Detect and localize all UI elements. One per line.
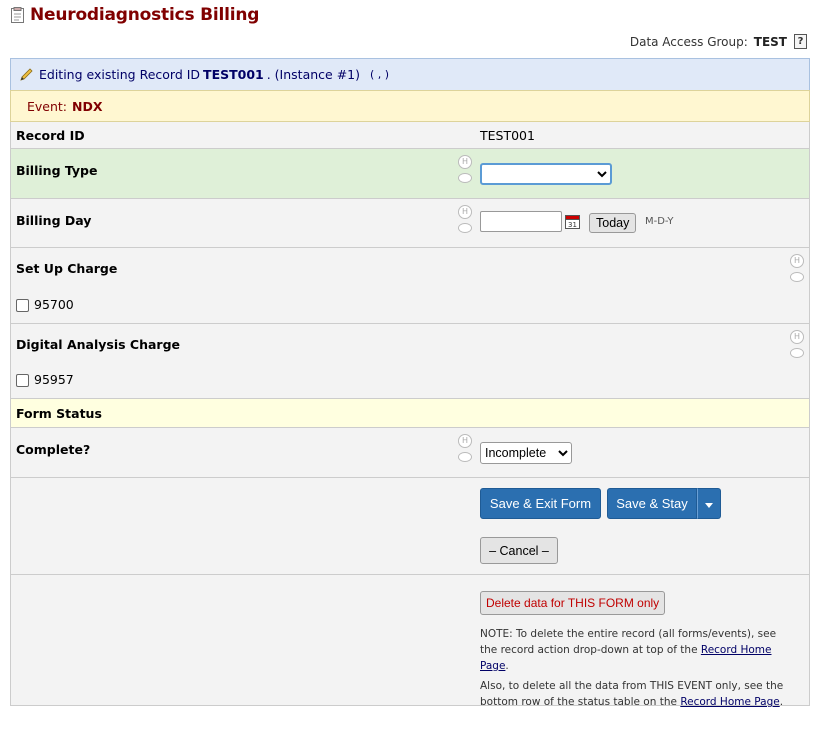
dag-value: TEST bbox=[753, 34, 787, 49]
cancel-button[interactable]: – Cancel – bbox=[480, 537, 558, 564]
history-icon[interactable]: H bbox=[458, 434, 472, 448]
complete-row: Complete? H Incomplete bbox=[11, 428, 809, 478]
editing-prefix: Editing existing Record ID bbox=[39, 67, 201, 82]
help-icon[interactable]: ? bbox=[794, 34, 807, 49]
event-label: Event: bbox=[27, 98, 68, 114]
checkbox[interactable] bbox=[16, 299, 29, 312]
digital-charge-label: Digital Analysis Charge bbox=[16, 337, 180, 352]
field-icons: H bbox=[458, 205, 472, 233]
setup-charge-option[interactable]: 95700 bbox=[16, 297, 74, 312]
editing-banner: Editing existing Record ID TEST001 . (In… bbox=[10, 58, 810, 90]
checkbox-label: 95700 bbox=[34, 297, 74, 312]
checkbox[interactable] bbox=[16, 374, 29, 387]
dag-label: Data Access Group: bbox=[629, 34, 748, 49]
date-format-hint: M-D-Y bbox=[645, 216, 674, 227]
caret-down-icon bbox=[705, 503, 713, 508]
field-icons: H bbox=[458, 434, 472, 462]
save-exit-button[interactable]: Save & Exit Form bbox=[480, 488, 601, 519]
billing-day-input[interactable] bbox=[480, 211, 562, 232]
record-id-row: Record ID TEST001 bbox=[11, 122, 809, 149]
comment-icon[interactable] bbox=[790, 272, 804, 282]
billing-day-row: Billing Day H 31 Today M-D-Y bbox=[11, 199, 809, 248]
setup-charge-row: Set Up Charge H 95700 bbox=[11, 248, 809, 324]
form-icon bbox=[11, 7, 24, 23]
billing-day-label: Billing Day bbox=[16, 213, 92, 228]
form-status-label: Form Status bbox=[16, 406, 102, 421]
save-buttons-row: Save & Exit Form Save & Stay – Cancel – bbox=[11, 478, 809, 575]
calendar-icon[interactable]: 31 bbox=[565, 213, 580, 229]
svg-text:31: 31 bbox=[568, 221, 577, 229]
field-icons: H bbox=[790, 330, 804, 358]
billing-type-label: Billing Type bbox=[16, 163, 98, 178]
editing-instance: . (Instance #1) bbox=[266, 67, 361, 82]
complete-label: Complete? bbox=[16, 442, 91, 457]
comment-icon[interactable] bbox=[458, 223, 472, 233]
save-options-dropdown[interactable] bbox=[697, 488, 721, 519]
record-home-link[interactable]: Record Home Page bbox=[680, 696, 779, 708]
billing-type-row: Billing Type H bbox=[11, 149, 809, 199]
complete-select[interactable]: Incomplete bbox=[480, 442, 572, 464]
pencil-icon bbox=[20, 67, 33, 81]
page-header: Neurodiagnostics Billing bbox=[11, 5, 259, 25]
today-button[interactable]: Today bbox=[589, 213, 637, 233]
history-icon[interactable]: H bbox=[790, 254, 804, 268]
comment-icon[interactable] bbox=[458, 173, 472, 183]
form-status-header: Form Status bbox=[11, 399, 809, 428]
record-id-value: TEST001 bbox=[480, 128, 535, 143]
editing-context: ( , ) bbox=[370, 68, 390, 81]
digital-charge-option[interactable]: 95957 bbox=[16, 372, 74, 387]
history-icon[interactable]: H bbox=[458, 155, 472, 169]
history-icon[interactable]: H bbox=[458, 205, 472, 219]
data-entry-form: Editing existing Record ID TEST001 . (In… bbox=[10, 58, 810, 708]
setup-charge-label: Set Up Charge bbox=[16, 261, 118, 276]
field-icons: H bbox=[458, 155, 472, 183]
record-id-label: Record ID bbox=[16, 128, 85, 143]
event-value: NDX bbox=[72, 98, 103, 114]
save-stay-button[interactable]: Save & Stay bbox=[607, 488, 697, 519]
history-icon[interactable]: H bbox=[790, 330, 804, 344]
delete-note: NOTE: To delete the entire record (all f… bbox=[480, 626, 790, 710]
checkbox-label: 95957 bbox=[34, 372, 74, 387]
comment-icon[interactable] bbox=[790, 348, 804, 358]
page-title: Neurodiagnostics Billing bbox=[30, 5, 260, 25]
comment-icon[interactable] bbox=[458, 452, 472, 462]
field-icons: H bbox=[790, 254, 804, 282]
delete-form-button[interactable]: Delete data for THIS FORM only bbox=[480, 591, 666, 615]
editing-record-id: TEST001 bbox=[203, 67, 264, 82]
delete-row: Delete data for THIS FORM only NOTE: To … bbox=[11, 575, 809, 708]
save-stay-group: Save & Stay bbox=[607, 488, 721, 519]
event-banner: Event: NDX bbox=[10, 90, 810, 122]
digital-charge-row: Digital Analysis Charge H 95957 bbox=[11, 324, 809, 399]
billing-type-select[interactable] bbox=[480, 163, 612, 185]
delete-note-1: NOTE: To delete the entire record (all f… bbox=[480, 628, 777, 672]
delete-note-2: Also, to delete all the data from THIS E… bbox=[480, 680, 784, 708]
data-access-group: Data Access Group: TEST ? bbox=[630, 34, 807, 49]
